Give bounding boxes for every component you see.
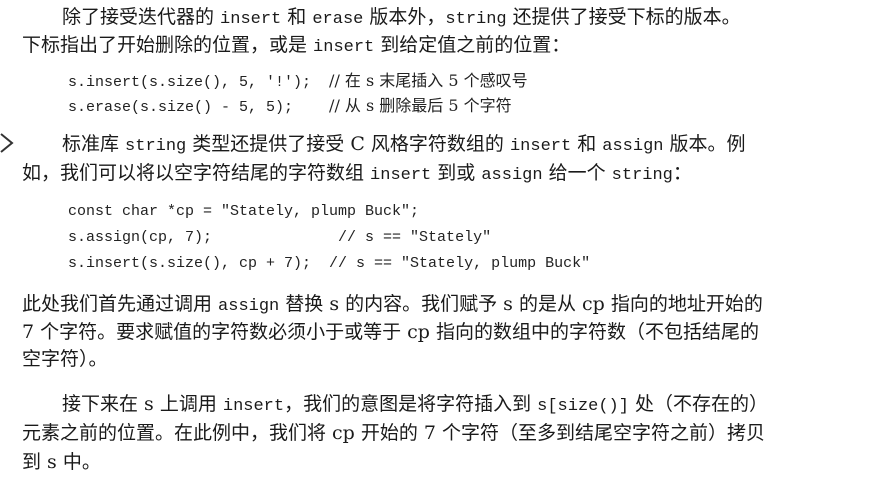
p4-line3: 到 s 中。 [22,451,101,473]
code-line: s.erase(s.size() - 5, 5); // 从 s 删除最后 5 … [68,96,512,116]
code-line: s.insert(s.size(), cp + 7); // s == "Sta… [68,255,591,272]
p4-line1: 接下来在 s 上调用 insert，我们的意图是将字符插入到 s[size()]… [62,393,769,416]
p3-line2: 7 个字符。要求赋值的字符数必须小于或等于 cp 指向的数组中的字符数（不包括结… [22,321,760,343]
p3-line1: 此处我们首先通过调用 assign 替换 s 的内容。我们赋予 s 的是从 cp… [22,293,763,316]
p2-line2: 如，我们可以将以空字符结尾的字符数组 insert 到或 assign 给一个 … [22,162,692,185]
p4-line2: 元素之前的位置。在此例中，我们将 cp 开始的 7 个字符（至多到结尾空字符之前… [22,422,766,444]
p2-line1: 标准库 string 类型还提供了接受 C 风格字符数组的 insert 和 a… [62,133,746,156]
code-line: s.insert(s.size(), 5, '!'); // 在 s 末尾插入 … [68,71,528,91]
margin-arrow-icon [0,133,14,153]
p3-line3: 空字符）。 [22,348,108,370]
p1-line2: 下标指出了开始删除的位置，或是 insert 到给定值之前的位置： [22,34,571,57]
code-line: const char *cp = "Stately, plump Buck"; [68,203,420,220]
p1-line1: 除了接受迭代器的 insert 和 erase 版本外，string 还提供了接… [62,6,741,29]
code-line: s.assign(cp, 7); // s == "Stately" [68,229,492,246]
